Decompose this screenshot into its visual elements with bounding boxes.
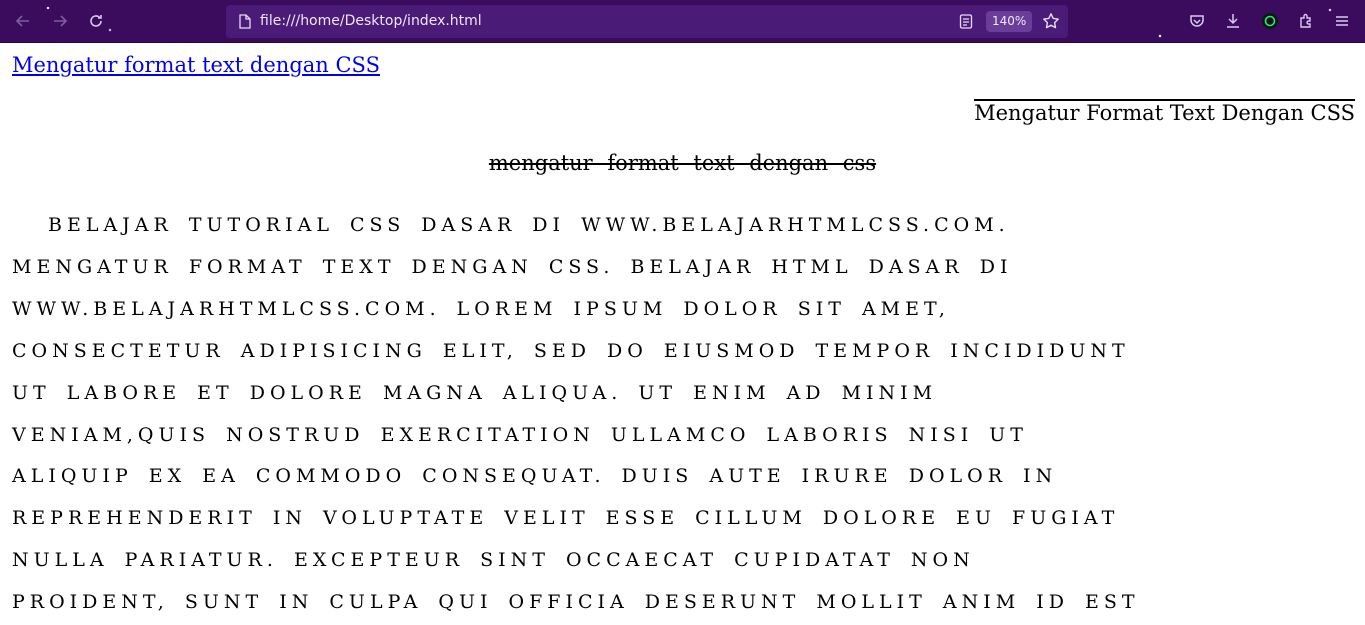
menu-icon[interactable] bbox=[1328, 7, 1356, 35]
forward-icon[interactable] bbox=[46, 7, 74, 35]
link-heading[interactable]: Mengatur format text dengan CSS bbox=[12, 53, 380, 77]
paragraph-line: Belajar tutorial CSS dasar di www.belaja… bbox=[48, 214, 1010, 236]
url-bar[interactable]: file:///home/Desktop/index.html 140% bbox=[226, 5, 1068, 38]
page-content: Mengatur format text dengan CSS Mengatur… bbox=[0, 43, 1365, 625]
reader-view-icon[interactable] bbox=[959, 14, 973, 33]
zoom-level-badge[interactable]: 140% bbox=[986, 11, 1033, 32]
paragraph-line: nulla pariatur. Excepteur sint occaecat … bbox=[12, 549, 975, 572]
paragraph-line: ut labore et dolore magna aliqua. Ut eni… bbox=[12, 381, 938, 404]
page-icon bbox=[238, 14, 252, 33]
paragraph-line: aliquip ex ea commodo consequat. Duis au… bbox=[12, 465, 1058, 488]
back-icon[interactable] bbox=[9, 7, 37, 35]
paragraph-line: proident, sunt in culpa qui officia dese… bbox=[12, 591, 1140, 614]
extensions-icon[interactable] bbox=[1292, 7, 1320, 35]
paragraph-line: reprehenderit in voluptate velit esse ci… bbox=[12, 507, 1120, 530]
uppercase-paragraph: Belajar tutorial CSS dasar di www.belaja… bbox=[12, 205, 1362, 624]
extension-account-icon[interactable] bbox=[1256, 7, 1284, 35]
url-text[interactable]: file:///home/Desktop/index.html bbox=[260, 13, 482, 29]
download-icon[interactable] bbox=[1219, 7, 1247, 35]
strikethrough-heading: mengatur format text dengan css bbox=[488, 151, 877, 175]
paragraph-line: veniam,quis nostrud exercitation ullamco… bbox=[12, 423, 1028, 446]
paragraph-line: consectetur adipisicing elit, sed do eiu… bbox=[12, 339, 1130, 362]
reload-icon[interactable] bbox=[82, 7, 110, 35]
paragraph-line: www.belajarhtmlcss.com. Lorem ipsum dolo… bbox=[12, 297, 950, 320]
bookmark-star-icon[interactable] bbox=[1042, 12, 1060, 34]
pocket-icon[interactable] bbox=[1183, 7, 1211, 35]
paragraph-line: Mengatur format text dengan CSS. Belajar… bbox=[12, 255, 1013, 278]
browser-toolbar: file:///home/Desktop/index.html 140% bbox=[0, 0, 1365, 43]
overline-heading: Mengatur Format Text Dengan CSS bbox=[974, 101, 1355, 125]
